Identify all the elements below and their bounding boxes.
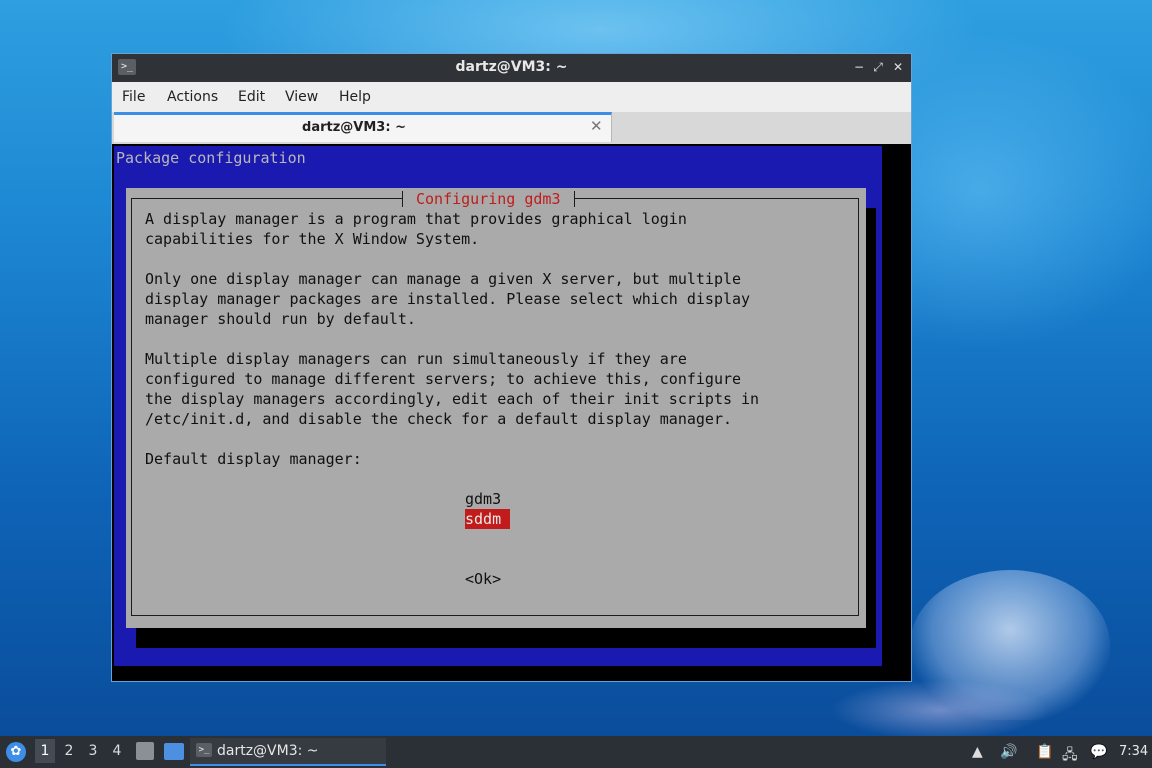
dialog-text-line: /etc/init.d, and disable the check for a… — [145, 410, 732, 428]
wallpaper-jellyfish-tail — [830, 680, 1050, 740]
terminal-icon: >_ — [196, 743, 212, 757]
tab-bar: dartz@VM3: ~ ✕ — [112, 112, 911, 144]
window-title: dartz@VM3: ~ — [455, 59, 568, 75]
dialog-text-line: A display manager is a program that prov… — [145, 210, 687, 228]
dialog-text-line: manager should run by default. — [145, 310, 416, 328]
dialog-prompt: Default display manager: — [145, 450, 362, 468]
dialog-title: Configuring gdm3 — [402, 189, 575, 209]
tab-close-icon[interactable]: ✕ — [590, 117, 603, 135]
menu-help[interactable]: Help — [339, 89, 371, 105]
dialog-text-line: Only one display manager can manage a gi… — [145, 270, 742, 288]
configuring-dialog: Configuring gdm3 A display manager is a … — [126, 188, 866, 628]
maximize-icon[interactable]: ⤢ — [869, 58, 887, 76]
option-sddm-selected[interactable]: sddm — [465, 509, 511, 529]
terminal-screen[interactable]: Package configuration Configuring gdm3 A… — [112, 144, 911, 681]
workspace-3[interactable]: 3 — [83, 743, 103, 759]
notification-icon[interactable]: 💬 — [1090, 744, 1107, 760]
close-icon[interactable]: ✕ — [889, 58, 907, 76]
menu-file[interactable]: File — [122, 89, 145, 105]
window-titlebar[interactable]: >_ dartz@VM3: ~ − ⤢ ✕ — [112, 54, 911, 82]
start-menu-icon[interactable]: ✿ — [6, 742, 26, 762]
debconf-background: Package configuration Configuring gdm3 A… — [114, 146, 882, 666]
taskbar-terminal-task[interactable]: >_ dartz@VM3: ~ — [190, 738, 386, 766]
menu-edit[interactable]: Edit — [238, 89, 265, 105]
ok-button[interactable]: <Ok> — [465, 569, 501, 589]
workspace-1[interactable]: 1 — [35, 739, 55, 763]
minimize-icon[interactable]: − — [850, 58, 868, 76]
dialog-text-line: display manager packages are installed. … — [145, 290, 751, 308]
menu-bar: File Actions Edit View Help — [112, 82, 911, 112]
package-configuration-header: Package configuration — [116, 149, 306, 167]
terminal-window: >_ dartz@VM3: ~ − ⤢ ✕ File Actions Edit … — [111, 53, 912, 682]
dialog-text-line: Multiple display managers can run simult… — [145, 350, 687, 368]
terminal-tab[interactable]: dartz@VM3: ~ ✕ — [114, 112, 612, 142]
clipboard-icon[interactable]: 📋 — [1036, 744, 1053, 760]
upload-icon[interactable]: ▲ — [972, 744, 983, 760]
clock[interactable]: 7:34 — [1119, 744, 1148, 759]
tab-label: dartz@VM3: ~ — [302, 120, 406, 135]
show-desktop-icon[interactable] — [164, 743, 184, 760]
menu-view[interactable]: View — [285, 89, 318, 105]
taskbar: ✿ 1 2 3 4 >_ dartz@VM3: ~ ▲ 🔊 📋 🖧 💬 7:34 — [0, 736, 1152, 768]
menu-actions[interactable]: Actions — [167, 89, 218, 105]
file-manager-icon[interactable] — [136, 742, 154, 760]
network-icon[interactable]: 🖧 — [1062, 744, 1078, 768]
volume-icon[interactable]: 🔊 — [1000, 744, 1017, 760]
option-gdm3[interactable]: gdm3 — [465, 489, 501, 509]
workspace-2[interactable]: 2 — [59, 743, 79, 759]
dialog-text-line: configured to manage different servers; … — [145, 370, 742, 388]
dialog-text-line: the display managers accordingly, edit e… — [145, 390, 760, 408]
task-label: dartz@VM3: ~ — [217, 743, 319, 759]
workspace-4[interactable]: 4 — [107, 743, 127, 759]
dialog-text-line: capabilities for the X Window System. — [145, 230, 480, 248]
